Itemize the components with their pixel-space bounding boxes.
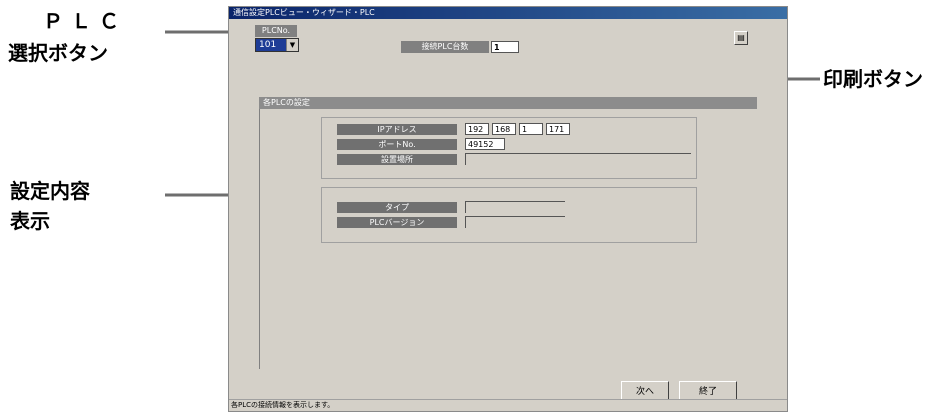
type-field: [465, 201, 565, 213]
window-title: 通信設定PLCビュー・ウィザード・PLC: [233, 8, 375, 17]
plc-callout-label-line2: 選択ボタン: [8, 41, 108, 65]
settings-callout-label-line2: 表示: [10, 209, 50, 233]
plc-callout-label-line1: ＰＬＣ: [43, 9, 127, 33]
print-button[interactable]: ▤: [734, 31, 748, 45]
plc-select-dropdown[interactable]: 101 ▼: [255, 38, 299, 52]
plc-select-value: 101: [259, 40, 277, 50]
connection-count-label: 接続PLC台数: [401, 41, 489, 53]
location-label: 設置場所: [337, 154, 457, 165]
title-bar: 通信設定PLCビュー・ウィザード・PLC: [229, 7, 787, 19]
connection-count-value: 1: [491, 41, 519, 53]
ip-octet-2[interactable]: 168: [492, 123, 516, 135]
type-label: タイプ: [337, 202, 457, 213]
port-number-field[interactable]: 49152: [465, 138, 505, 150]
section-title-bar: 各PLCの設定: [259, 97, 757, 109]
plc-info-group: [321, 187, 697, 243]
wizard-window: 通信設定PLCビュー・ウィザード・PLC PLCNo. 101 ▼ 接続PLC台…: [228, 6, 788, 412]
settings-callout-label-line1: 設定内容: [10, 179, 90, 203]
printer-icon: ▤: [737, 33, 745, 42]
print-callout-label: 印刷ボタン: [823, 67, 923, 91]
section-left-border: [259, 109, 260, 369]
ip-octet-4[interactable]: 171: [546, 123, 570, 135]
ip-octet-1[interactable]: 192: [465, 123, 489, 135]
plc-number-header: PLCNo.: [255, 25, 297, 37]
chevron-down-icon[interactable]: ▼: [286, 39, 298, 51]
ip-octet-3[interactable]: 1: [519, 123, 543, 135]
location-field[interactable]: [465, 153, 691, 165]
status-bar: 各PLCの接続情報を表示します。: [229, 399, 787, 411]
plc-version-label: PLCバージョン: [337, 217, 457, 228]
plc-version-field: [465, 216, 565, 228]
ip-address-label: IPアドレス: [337, 124, 457, 135]
port-number-label: ポートNo.: [337, 139, 457, 150]
